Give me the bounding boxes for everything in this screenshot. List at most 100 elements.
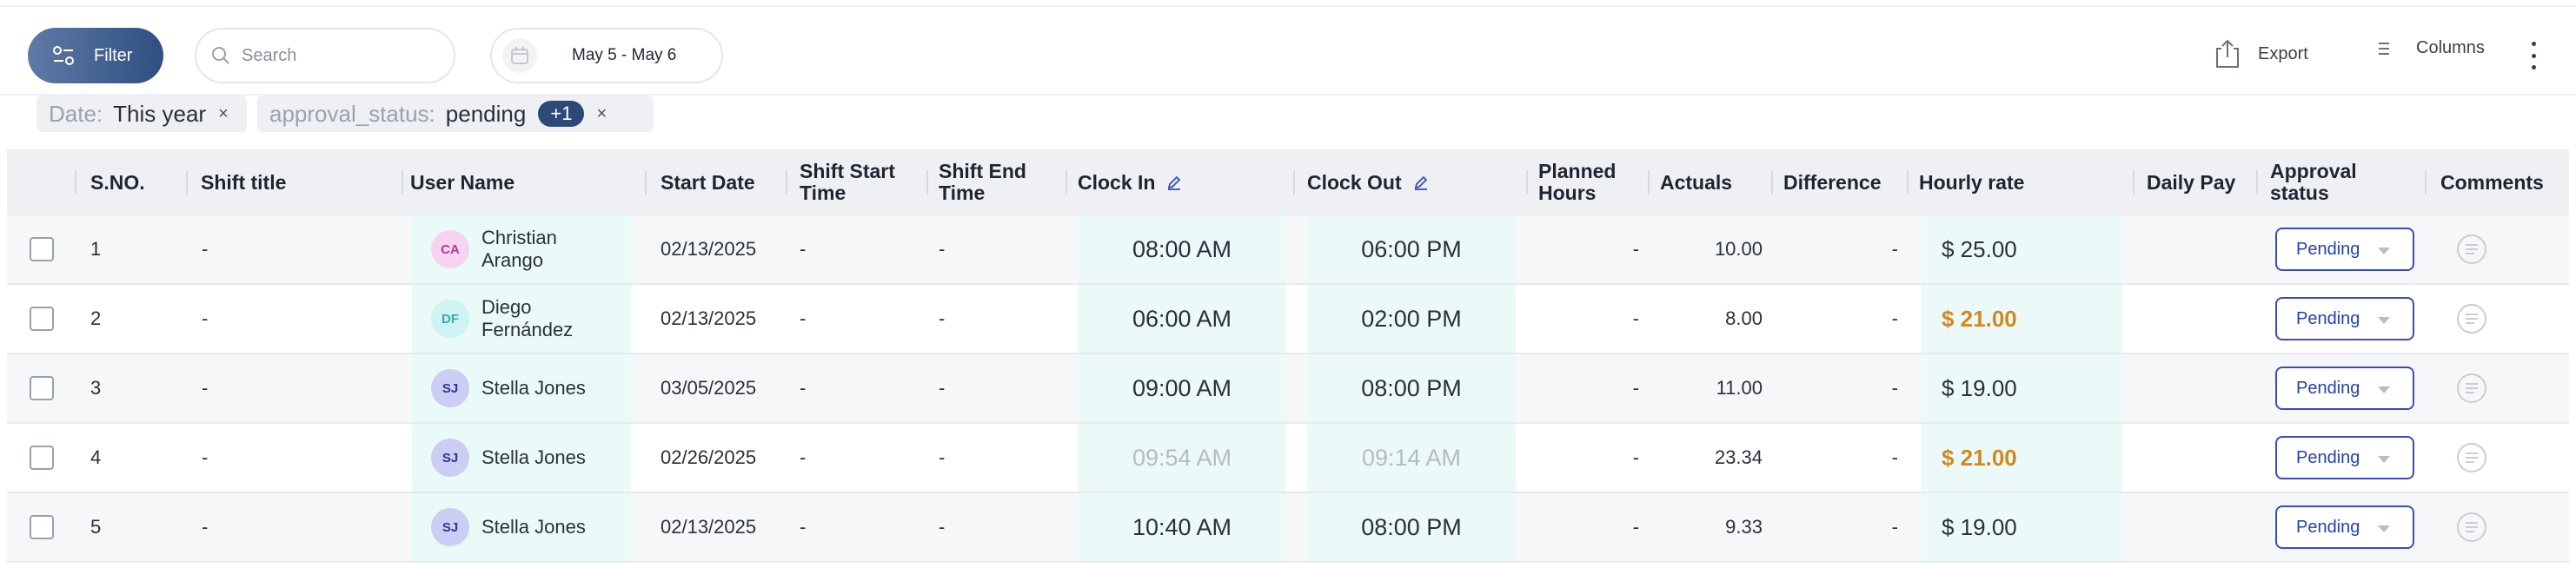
col-sno[interactable]: S.NO. — [90, 149, 145, 215]
col-actuals[interactable]: Actuals — [1660, 149, 1732, 215]
hourly-rate-cell: $ 19.00 — [1942, 354, 2017, 422]
col-approval-status[interactable]: Approval status — [2270, 149, 2374, 215]
clock-out-cell[interactable]: 09:14 AM — [1307, 424, 1516, 492]
hourly-rate-cell: $ 25.00 — [1942, 215, 2017, 283]
approval-status-select[interactable]: Pending — [2275, 505, 2414, 549]
shift-end-cell: - — [939, 516, 946, 538]
clock-in-cell[interactable]: 08:00 AM — [1078, 215, 1286, 283]
approval-status-value: Pending — [2296, 517, 2360, 537]
calendar-icon — [502, 38, 537, 73]
column-divider — [1293, 170, 1295, 195]
col-daily-pay[interactable]: Daily Pay — [2147, 149, 2235, 215]
clock-out-time: 08:00 PM — [1361, 374, 1462, 401]
col-shift-end[interactable]: Shift End Time — [939, 149, 1043, 215]
chip-remove-icon[interactable]: × — [596, 104, 607, 124]
clock-in-cell[interactable]: 06:00 AM — [1078, 285, 1286, 353]
chip-more-badge[interactable]: +1 — [538, 101, 585, 127]
comment-icon[interactable] — [2456, 303, 2487, 334]
sno-cell: 2 — [90, 307, 102, 329]
chevron-down-icon — [2378, 456, 2390, 463]
approval-status-value: Pending — [2296, 378, 2360, 398]
user-cell[interactable]: DF Diego Fernández — [431, 285, 622, 353]
clock-out-time: 02:00 PM — [1361, 305, 1462, 332]
col-planned-hours[interactable]: Planned Hours — [1538, 149, 1634, 215]
clock-in-cell[interactable]: 09:00 AM — [1078, 354, 1286, 422]
approval-status-select[interactable]: Pending — [2275, 367, 2414, 410]
col-comments[interactable]: Comments — [2440, 149, 2544, 215]
row-select-cell — [30, 285, 54, 353]
col-shift-start[interactable]: Shift Start Time — [800, 149, 930, 215]
col-hourly-rate[interactable]: Hourly rate — [1919, 149, 2024, 215]
table-header: S.NO. Shift title User Name Start Date S… — [7, 149, 2569, 215]
start-date-cell: 02/13/2025 — [661, 307, 757, 329]
filter-chip-date: Date: This year × — [37, 96, 247, 132]
search-box[interactable] — [195, 28, 455, 83]
date-range-picker[interactable]: May 5 - May 6 — [490, 28, 723, 83]
col-clock-in[interactable]: Clock In — [1078, 149, 1183, 215]
col-difference[interactable]: Difference — [1783, 149, 1881, 215]
filter-button[interactable]: Filter — [28, 28, 163, 83]
more-options-icon[interactable] — [2526, 38, 2541, 73]
user-name: Stella Jones — [481, 516, 586, 538]
start-date-cell: 02/13/2025 — [661, 238, 757, 260]
col-clock-out[interactable]: Clock Out — [1307, 149, 1430, 215]
edit-icon[interactable] — [1165, 174, 1183, 191]
column-divider — [786, 170, 787, 195]
row-checkbox[interactable] — [30, 376, 54, 400]
row-checkbox[interactable] — [30, 237, 54, 261]
user-name: Stella Jones — [481, 446, 586, 468]
chip-key: Date: — [49, 100, 103, 127]
table-row: 1 - CA Christian Arango 02/13/2025 - - 0… — [7, 215, 2569, 285]
comment-icon[interactable] — [2456, 234, 2487, 265]
export-button[interactable]: Export — [2213, 38, 2308, 69]
columns-label: Columns — [2416, 38, 2485, 57]
search-input[interactable] — [242, 45, 433, 66]
clock-out-cell[interactable]: 08:00 PM — [1307, 493, 1516, 561]
approval-status-select[interactable]: Pending — [2275, 228, 2414, 271]
chip-value: pending — [445, 100, 527, 127]
avatar: SJ — [431, 508, 469, 546]
chevron-down-icon — [2378, 386, 2390, 393]
col-user-name[interactable]: User Name — [410, 149, 515, 215]
sno-cell: 4 — [90, 446, 102, 468]
user-cell[interactable]: SJ Stella Jones — [431, 424, 622, 492]
column-divider — [645, 170, 647, 195]
user-cell[interactable]: SJ Stella Jones — [431, 493, 622, 561]
user-cell[interactable]: SJ Stella Jones — [431, 354, 622, 422]
chip-remove-icon[interactable]: × — [218, 104, 229, 124]
table-body: 1 - CA Christian Arango 02/13/2025 - - 0… — [7, 215, 2569, 563]
col-clock-in-label: Clock In — [1078, 170, 1156, 194]
comments-cell — [2456, 354, 2487, 422]
actuals-cell: 9.33 — [1725, 516, 1763, 538]
difference-cell: - — [1891, 307, 1898, 329]
approval-status-cell: Pending — [2275, 215, 2414, 283]
columns-button[interactable]: Columns — [2378, 38, 2485, 58]
edit-icon[interactable] — [1412, 174, 1430, 191]
approval-status-value: Pending — [2296, 308, 2360, 328]
approval-status-select[interactable]: Pending — [2275, 297, 2414, 340]
clock-in-cell[interactable]: 09:54 AM — [1078, 424, 1286, 492]
comment-icon[interactable] — [2456, 373, 2487, 404]
row-checkbox[interactable] — [30, 446, 54, 470]
col-start-date[interactable]: Start Date — [661, 149, 755, 215]
row-select-cell — [30, 215, 54, 283]
user-cell[interactable]: CA Christian Arango — [431, 215, 622, 283]
row-checkbox[interactable] — [30, 515, 54, 539]
timesheet-table: S.NO. Shift title User Name Start Date S… — [7, 149, 2569, 563]
clock-out-time: 08:00 PM — [1361, 513, 1462, 540]
comment-icon[interactable] — [2456, 512, 2487, 543]
column-divider — [1526, 170, 1528, 195]
clock-out-cell[interactable]: 08:00 PM — [1307, 354, 1516, 422]
row-select-cell — [30, 424, 54, 492]
sno-cell: 1 — [90, 238, 102, 260]
clock-out-time: 09:14 AM — [1361, 444, 1462, 471]
comment-icon[interactable] — [2456, 442, 2487, 473]
comments-cell — [2456, 493, 2487, 561]
clock-out-cell[interactable]: 02:00 PM — [1307, 285, 1516, 353]
clock-in-cell[interactable]: 10:40 AM — [1078, 493, 1286, 561]
row-checkbox[interactable] — [30, 307, 54, 331]
hourly-rate-cell: $ 21.00 — [1942, 285, 2017, 353]
clock-out-cell[interactable]: 06:00 PM — [1307, 215, 1516, 283]
approval-status-select[interactable]: Pending — [2275, 436, 2414, 479]
col-shift-title[interactable]: Shift title — [201, 149, 286, 215]
